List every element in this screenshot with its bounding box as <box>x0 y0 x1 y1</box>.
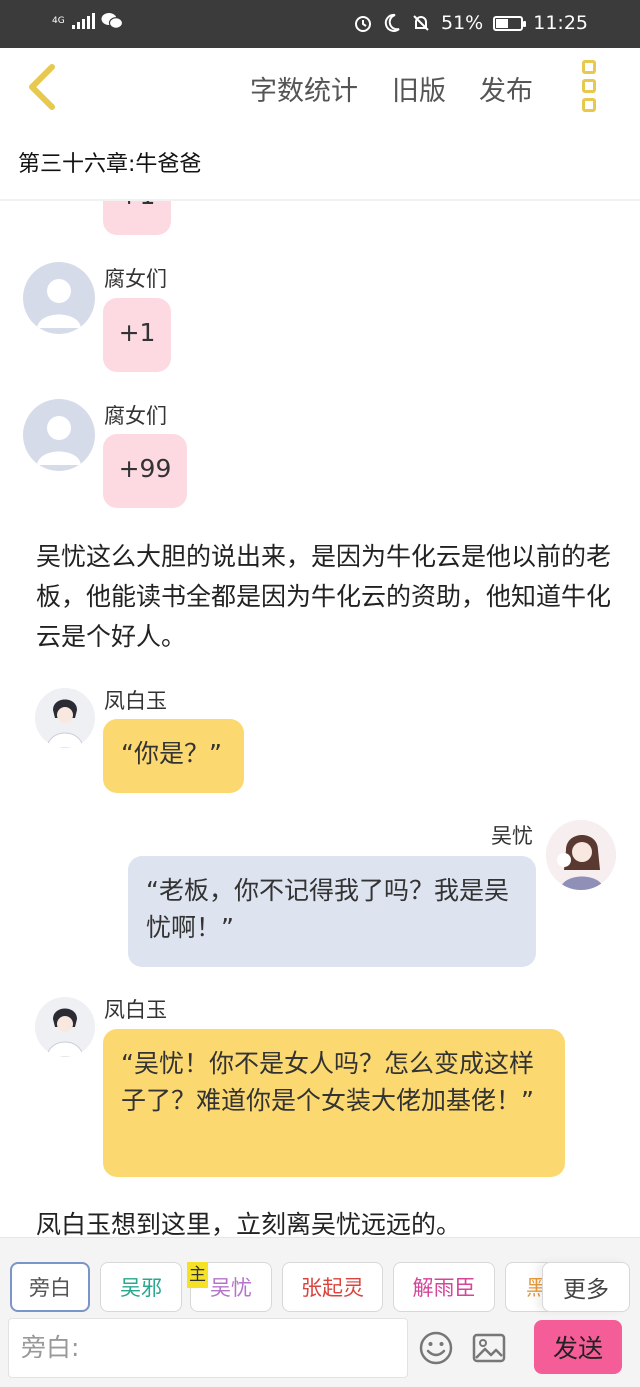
battery-percent: 51% <box>441 12 484 34</box>
signal-icon <box>72 13 95 29</box>
old-version-button[interactable]: 旧版 <box>392 69 446 108</box>
send-button[interactable]: 发送 <box>534 1320 622 1374</box>
chapter-title: 第三十六章:牛爸爸 <box>18 152 202 177</box>
emoji-icon[interactable] <box>418 1330 454 1366</box>
character-avatar[interactable] <box>35 997 95 1057</box>
avatar[interactable] <box>23 399 95 471</box>
menu-icon[interactable] <box>578 60 600 112</box>
alarm-icon <box>355 16 371 32</box>
speaker-name: 腐女们 <box>104 404 167 428</box>
chip-label: 解雨臣 <box>412 1276 476 1300</box>
chip-label: 吴忧 <box>210 1276 252 1300</box>
speaker-name: 凤白玉 <box>104 998 167 1022</box>
clock: 11:25 <box>533 12 588 34</box>
message-bubble[interactable]: “吴忧！你不是女人吗？怎么变成这样子了？难道你是个女装大佬加基佬！” <box>103 1029 565 1177</box>
top-toolbar: 字数统计 旧版 发布 <box>0 48 640 128</box>
message-bubble[interactable]: +1 <box>103 298 171 372</box>
chip-label: 张起灵 <box>301 1276 364 1300</box>
composer-bar: 旁白 吴邪 吴忧 主 张起灵 解雨臣 黑 更多 旁白: 发送 <box>0 1237 640 1387</box>
message-bubble[interactable]: +1 <box>103 201 171 235</box>
word-count-button[interactable]: 字数统计 <box>250 69 358 108</box>
chip-label: 旁白 <box>29 1276 71 1300</box>
anime-boy-avatar-icon <box>35 688 95 748</box>
chat-area[interactable]: +1 腐女们 +1 腐女们 +99 吴忧这么大胆的说出来，是因为牛化云是他以前的… <box>0 201 640 1237</box>
narration-text[interactable]: 凤白玉想到这里，立刻离吴忧远远的。 <box>36 1205 616 1237</box>
status-right: 51% 11:25 <box>353 12 588 34</box>
anime-girl-avatar-icon <box>546 820 616 890</box>
narration-text[interactable]: 吴忧这么大胆的说出来，是因为牛化云是他以前的老板，他能读书全都是因为牛化云的资助… <box>36 537 616 657</box>
character-avatar[interactable] <box>546 820 616 890</box>
message-bubble[interactable]: +99 <box>103 434 187 508</box>
speaker-name: 腐女们 <box>104 267 167 291</box>
message-bubble[interactable]: “老板，你不记得我了吗？我是吴忧啊！” <box>128 856 536 967</box>
character-chip-wuxie[interactable]: 吴邪 <box>100 1262 182 1312</box>
avatar[interactable] <box>23 262 95 334</box>
character-chip-zhangqiling[interactable]: 张起灵 <box>282 1262 383 1312</box>
status-bar: 4G 51% 11:25 <box>0 0 640 48</box>
message-input[interactable]: 旁白: <box>8 1318 408 1378</box>
moon-icon <box>384 13 400 32</box>
character-chip-narrator[interactable]: 旁白 <box>10 1262 90 1312</box>
default-avatar-icon <box>37 279 81 328</box>
character-avatar[interactable] <box>35 688 95 748</box>
wechat-icon <box>101 13 123 29</box>
publish-button[interactable]: 发布 <box>479 69 533 108</box>
anime-boy-avatar-icon <box>35 997 95 1057</box>
network-type: 4G <box>52 16 65 26</box>
speaker-name: 吴忧 <box>491 824 533 848</box>
mute-bell-icon <box>413 15 429 31</box>
message-bubble[interactable]: “你是？” <box>103 719 244 793</box>
back-chevron-icon[interactable] <box>22 63 66 111</box>
status-left: 4G <box>52 12 123 30</box>
main-character-badge: 主 <box>187 1262 208 1288</box>
image-icon[interactable] <box>471 1330 507 1366</box>
default-avatar-icon <box>37 416 81 465</box>
more-characters-button[interactable]: 更多 <box>542 1262 630 1312</box>
battery-icon <box>493 15 527 31</box>
chip-label: 吴邪 <box>120 1276 162 1300</box>
character-chip-xieyuchen[interactable]: 解雨臣 <box>393 1262 495 1312</box>
speaker-name: 凤白玉 <box>104 689 167 713</box>
